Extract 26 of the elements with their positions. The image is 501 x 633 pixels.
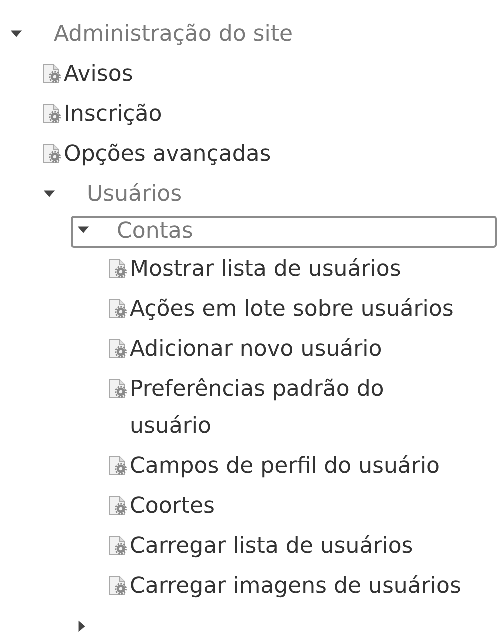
tree-link[interactable]: Carregar lista de usuários [130, 528, 414, 565]
tree-link[interactable]: Avisos [64, 56, 134, 93]
tree-link[interactable]: Carregar imagens de usuários [130, 568, 462, 605]
page-gear-icon [43, 144, 61, 164]
tree-link[interactable]: Ações em lote sobre usuários [130, 291, 454, 328]
tree-link[interactable]: Adicionar novo usuário [130, 331, 382, 368]
tree-link[interactable]: Preferências padrão do usuário [130, 371, 466, 445]
tree-link[interactable]: Mostrar lista de usuários [130, 251, 402, 288]
tree-branch-label[interactable]: Contas [117, 218, 194, 246]
page-gear-icon [43, 104, 61, 124]
page-gear-icon [109, 339, 127, 359]
focused-tree-item[interactable]: Contas [71, 216, 497, 248]
page-gear-icon [109, 496, 127, 516]
page-gear-icon [109, 379, 127, 399]
page-gear-icon [43, 64, 61, 84]
page-gear-icon [109, 259, 127, 279]
tree-link[interactable]: Opções avançadas [64, 136, 272, 173]
tree-link[interactable]: Coortes [130, 488, 215, 525]
page-gear-icon [109, 536, 127, 556]
tree-link[interactable]: Inscrição [64, 96, 162, 133]
page-gear-icon [109, 299, 127, 319]
tree-link[interactable]: Campos de perfil do usuário [130, 448, 440, 485]
tree-branch-label[interactable]: Usuários [87, 176, 182, 213]
page-gear-icon [109, 456, 127, 476]
page-gear-icon [109, 576, 127, 596]
tree-branch-label[interactable]: Administração do site [54, 16, 294, 53]
